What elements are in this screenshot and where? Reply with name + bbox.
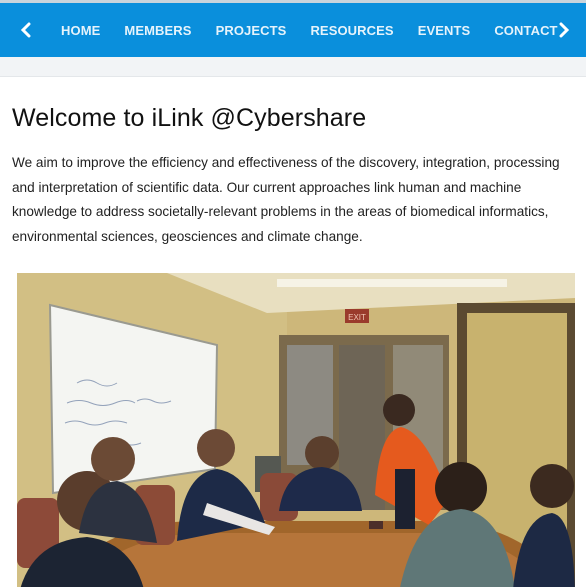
nav-next-button[interactable] — [544, 3, 584, 57]
nav-item-events[interactable]: EVENTS — [418, 17, 471, 44]
main-content: Welcome to iLink @Cybershare We aim to i… — [0, 104, 586, 587]
chevron-right-icon — [559, 22, 570, 38]
nav-prev-button[interactable] — [6, 3, 46, 57]
nav-item-resources[interactable]: RESOURCES — [310, 17, 393, 44]
team-photo-illustration: EXIT — [17, 273, 575, 587]
team-photo: EXIT — [17, 273, 575, 587]
main-navbar: HOME MEMBERS PROJECTS RESOURCES EVENTS C… — [0, 3, 586, 57]
page-title: Welcome to iLink @Cybershare — [12, 104, 367, 132]
intro-paragraph: We aim to improve the efficiency and eff… — [12, 155, 560, 244]
exit-sign: EXIT — [348, 313, 366, 322]
nav-item-projects[interactable]: PROJECTS — [216, 17, 287, 44]
nav-item-home[interactable]: HOME — [61, 17, 100, 44]
chevron-left-icon — [20, 22, 31, 38]
nav-item-members[interactable]: MEMBERS — [124, 17, 191, 44]
nav-menu: HOME MEMBERS PROJECTS RESOURCES EVENTS C… — [49, 3, 582, 57]
header-spacer — [0, 57, 586, 77]
